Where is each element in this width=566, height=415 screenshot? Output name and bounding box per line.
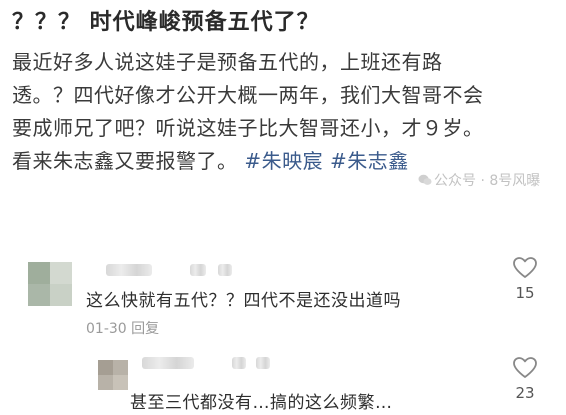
hashtag-link[interactable]: #朱志鑫 — [330, 149, 409, 173]
avatar[interactable] — [98, 360, 128, 390]
reply-button[interactable]: 回复 — [131, 321, 159, 337]
username-blurred — [190, 264, 206, 276]
post-body-line: 最近好多人说这娃子是预备五代的，上班还有路 — [12, 50, 443, 74]
post-title: ？？？ 时代峰峻预备五代了？ — [12, 10, 320, 35]
wechat-icon — [418, 174, 432, 186]
comment-meta: 01-30 回复 — [86, 318, 159, 338]
like-count: 15 — [515, 284, 535, 302]
like-count: 23 — [515, 384, 535, 402]
heart-icon[interactable] — [507, 356, 543, 380]
watermark: 公众号 · 8号风曝 — [418, 170, 540, 190]
username-blurred — [218, 264, 232, 276]
comment-text: 甚至三代都没有…搞的这么频繁… — [130, 393, 393, 413]
section-divider — [0, 214, 566, 222]
username-blurred — [256, 357, 270, 369]
username-blurred — [232, 357, 246, 369]
username-blurred[interactable] — [106, 264, 152, 276]
post-body-line: 要成师兄了吧？听说这娃子比大智哥还小，才９岁。 — [12, 116, 484, 140]
username-blurred[interactable] — [142, 357, 194, 369]
avatar[interactable] — [28, 262, 72, 306]
like-button[interactable]: 23 — [507, 356, 543, 402]
comment-date: 01-30 — [86, 321, 127, 337]
like-button[interactable]: 15 — [507, 256, 543, 302]
hashtag-link[interactable]: #朱映宸 — [244, 149, 323, 173]
post-body-text: 看来朱志鑫又要报警了。 — [12, 149, 238, 173]
heart-icon[interactable] — [507, 256, 543, 280]
watermark-text: 公众号 · 8号风曝 — [434, 173, 541, 189]
post-body-line: 透。？四代好像才公开大概一两年，我们大智哥不会 — [12, 83, 484, 107]
comment-text: 这么快就有五代？？四代不是还没出道吗 — [86, 291, 401, 311]
post-body: 最近好多人说这娃子是预备五代的，上班还有路 透。？四代好像才公开大概一两年，我们… — [12, 46, 557, 178]
